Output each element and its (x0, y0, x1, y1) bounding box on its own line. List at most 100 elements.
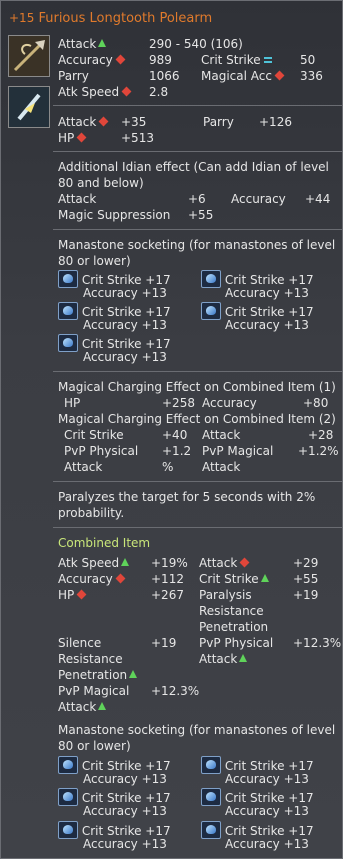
arrow-up-icon (98, 39, 107, 47)
stone-line1: Crit Strike +17 (224, 759, 314, 773)
label: HP (58, 131, 75, 145)
stone-line2: Accuracy +13 (225, 772, 309, 786)
charging-acc-label: Accuracy (202, 396, 257, 410)
bonus-parry-value: +126 (259, 115, 292, 129)
base-attack-value: 290 - 540 (106) (149, 37, 243, 51)
item-tooltip: +15 Furious Longtooth Polearm Attack 290… (0, 0, 343, 859)
manastone-icon (58, 302, 78, 320)
charging-heading-2: Magical Charging Effect on Combined Item… (58, 412, 336, 426)
base-magacc-value: 336 (300, 69, 323, 83)
combined-silence-label-2: Resistance (58, 652, 123, 666)
combined-pvpmag-value: +12.3% (151, 684, 200, 698)
item-title: +15 Furious Longtooth Polearm (9, 11, 212, 26)
manastone2-heading-2: 80 or lower) (58, 739, 131, 753)
stone-line1: Crit Strike +17 (81, 337, 171, 351)
combined-paralysis-label-1: Paralysis (199, 588, 252, 602)
manastone-heading-1: Manastone socketing (for manastones of l… (58, 238, 336, 252)
stone-line1: Crit Strike +17 (224, 824, 314, 838)
combined-accuracy-label: Accuracy (58, 572, 126, 586)
label: HP (58, 588, 75, 602)
proc-line-1: Paralyzes the target for 5 seconds with … (58, 490, 316, 504)
label: Accuracy (58, 572, 113, 586)
base-atkspeed-label: Atk Speed (58, 85, 132, 99)
combined-pvpphys-value: +12.3% (293, 636, 342, 650)
manastone-icon (201, 821, 221, 839)
charging-pvpphys-value-2: % (162, 460, 174, 474)
combined-silence-label-1: Silence (58, 636, 102, 650)
manastone-icon (58, 788, 78, 806)
charging-pvpphys-label-1: PvP Physical (64, 444, 139, 458)
label: Attack (58, 115, 97, 129)
stone-line2: Accuracy +13 (83, 318, 167, 332)
label: Penetration (58, 668, 128, 682)
stone-line1: Crit Strike +17 (224, 305, 314, 319)
stone-line1: Crit Strike +17 (81, 305, 171, 319)
idian-magsup-label: Magic Suppression (58, 208, 171, 222)
label: Crit Strike (201, 53, 261, 67)
diamond-down-icon (115, 573, 126, 584)
manastone-icon (58, 756, 78, 774)
stone-line2: Accuracy +13 (83, 772, 167, 786)
stone-line1: Crit Strike +17 (81, 759, 171, 773)
bonus-attack-value: +35 (121, 115, 147, 129)
stone-line1: Crit Strike +17 (81, 791, 171, 805)
label: Atk Speed (58, 85, 120, 99)
charging-pvpmag-label-2: Attack (202, 460, 241, 474)
divider (53, 151, 342, 152)
diamond-down-icon (121, 86, 132, 97)
stone-line1: Crit Strike +17 (81, 273, 171, 287)
arrow-up-icon (129, 670, 138, 678)
charging-acc-value: +80 (303, 396, 329, 410)
combined-attack-label: Attack (199, 556, 250, 570)
combined-pvpmag-label-1: PvP Magical (58, 684, 130, 698)
stone-line2: Accuracy +13 (225, 286, 309, 300)
label: Attack (58, 37, 97, 51)
idian-heading-2: 80 and below) (58, 176, 144, 190)
diamond-down-icon (76, 132, 87, 143)
divider (53, 527, 342, 528)
combined-hp-label: HP (58, 588, 87, 602)
combined-weapon-icon (8, 86, 50, 128)
combined-paralysis-value: +19 (293, 588, 319, 602)
stone-line2: Accuracy +13 (83, 837, 167, 851)
charging-pvpmag-label-1: PvP Magical (202, 444, 274, 458)
diamond-down-icon (76, 589, 87, 600)
arrow-up-icon (98, 702, 107, 710)
stone-line2: Accuracy +13 (83, 350, 167, 364)
charging-crit-value: +40 (162, 428, 188, 442)
idian-magsup-value: +55 (188, 208, 214, 222)
manastone-heading-2: 80 or lower) (58, 254, 131, 268)
combined-attack-value: +29 (293, 556, 319, 570)
stone-line2: Accuracy +13 (225, 318, 309, 332)
base-crit-label: Crit Strike (201, 53, 272, 67)
manastone-icon (201, 756, 221, 774)
label: Atk Speed (58, 556, 120, 570)
combined-atkspeed-label: Atk Speed (58, 556, 130, 570)
stone-line1: Crit Strike +17 (224, 791, 314, 805)
combined-pvpphys-label-1: PvP Physical (199, 636, 274, 650)
stone-line2: Accuracy +13 (83, 804, 167, 818)
charging-heading-1: Magical Charging Effect on Combined Item… (58, 380, 336, 394)
label: Attack (199, 556, 238, 570)
idian-accuracy-value: +44 (305, 192, 331, 206)
proc-line-2: probability. (58, 506, 125, 520)
divider (53, 371, 342, 372)
diamond-down-icon (239, 557, 250, 568)
charging-crit-label: Crit Strike (64, 428, 124, 442)
combined-paralysis-label-3: Penetration (199, 620, 269, 634)
diamond-down-icon (274, 70, 285, 81)
equal-icon (263, 57, 272, 63)
combined-hp-value: +267 (151, 588, 184, 602)
label: Attack (199, 652, 238, 666)
divider (53, 229, 342, 230)
arrow-up-icon (121, 558, 130, 566)
combined-pvpmag-label-2: Attack (58, 700, 107, 714)
manastone-icon (201, 302, 221, 320)
combined-crit-value: +55 (293, 572, 319, 586)
base-parry-label: Parry (58, 69, 89, 83)
manastone-icon (58, 270, 78, 288)
stone-line1: Crit Strike +17 (81, 824, 171, 838)
bonus-attack-label: Attack (58, 115, 109, 129)
combined-heading: Combined Item (58, 536, 151, 550)
charging-hp-label: HP (64, 396, 81, 410)
